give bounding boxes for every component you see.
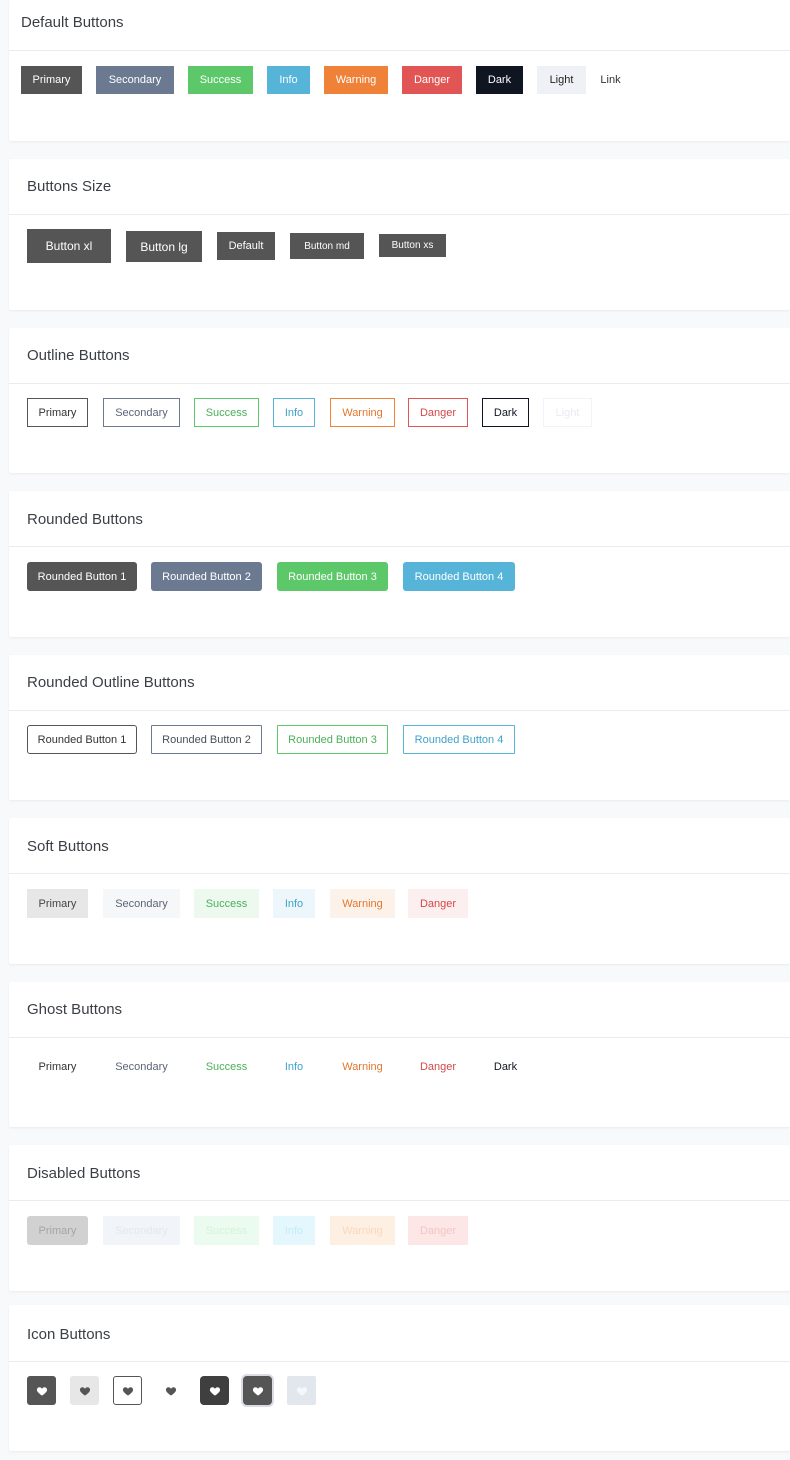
card-header: Rounded Buttons (9, 491, 790, 547)
outline-light-button[interactable]: Light (543, 398, 592, 427)
card-header: Disabled Buttons (9, 1145, 790, 1201)
icon-button-ghost[interactable] (156, 1376, 185, 1405)
card-header: Ghost Buttons (9, 982, 790, 1038)
card-title: Ghost Buttons (27, 1001, 123, 1018)
card-header: Outline Buttons (9, 328, 790, 384)
card-title: Buttons Size (27, 178, 112, 195)
card-header: Soft Buttons (9, 818, 790, 874)
info-button[interactable]: Info (267, 66, 310, 94)
ghost-primary-button[interactable]: Primary (27, 1052, 88, 1081)
ghost-warning-button[interactable]: Warning (330, 1052, 395, 1081)
disabled-secondary-button: Secondary (103, 1216, 180, 1245)
outline-success-button[interactable]: Success (194, 398, 259, 427)
default-buttons-card: Default Buttons Primary Secondary Succes… (9, 0, 790, 141)
rounded-outline-button-4[interactable]: Rounded Button 4 (403, 725, 515, 754)
button-lg[interactable]: Button lg (126, 231, 202, 262)
icon-button-outline[interactable] (113, 1376, 142, 1405)
rounded-button-3[interactable]: Rounded Button 3 (277, 562, 388, 591)
rounded-outline-button-3[interactable]: Rounded Button 3 (277, 725, 388, 754)
secondary-button[interactable]: Secondary (96, 66, 174, 94)
disabled-warning-button: Warning (330, 1216, 395, 1245)
warning-button[interactable]: Warning (324, 66, 388, 94)
card-header: Default Buttons (9, 0, 790, 51)
card-title: Icon Buttons (27, 1326, 111, 1343)
button-md[interactable]: Button md (290, 233, 364, 259)
soft-secondary-button[interactable]: Secondary (103, 889, 180, 918)
ghost-buttons-card: Ghost Buttons Primary Secondary Success … (9, 982, 790, 1127)
ghost-dark-button[interactable]: Dark (482, 1052, 529, 1081)
card-title: Rounded Outline Buttons (27, 674, 195, 691)
button-default[interactable]: Default (217, 232, 275, 260)
button-xs[interactable]: Button xs (379, 234, 446, 257)
rounded-buttons-card: Rounded Buttons Rounded Button 1 Rounded… (9, 491, 790, 637)
disabled-primary-button: Primary (27, 1216, 88, 1245)
rounded-button-4[interactable]: Rounded Button 4 (403, 562, 515, 591)
icon-button-solid[interactable] (27, 1376, 56, 1405)
rounded-outline-button-2[interactable]: Rounded Button 2 (151, 725, 262, 754)
rounded-button-1[interactable]: Rounded Button 1 (27, 562, 137, 591)
card-title: Default Buttons (21, 14, 124, 31)
outline-secondary-button[interactable]: Secondary (103, 398, 180, 427)
ghost-info-button[interactable]: Info (273, 1052, 315, 1081)
card-header: Icon Buttons (9, 1305, 790, 1362)
card-header: Buttons Size (9, 159, 790, 215)
light-button[interactable]: Light (537, 66, 586, 94)
icon-button-disabled (287, 1376, 316, 1405)
icon-button-soft[interactable] (70, 1376, 99, 1405)
outline-primary-button[interactable]: Primary (27, 398, 88, 427)
ghost-success-button[interactable]: Success (194, 1052, 259, 1081)
rounded-outline-button-1[interactable]: Rounded Button 1 (27, 725, 137, 754)
rounded-outline-buttons-card: Rounded Outline Buttons Rounded Button 1… (9, 655, 790, 800)
soft-info-button[interactable]: Info (273, 889, 315, 918)
soft-danger-button[interactable]: Danger (408, 889, 468, 918)
heart-icon (252, 1386, 263, 1395)
soft-success-button[interactable]: Success (194, 889, 259, 918)
soft-buttons-card: Soft Buttons Primary Secondary Success I… (9, 818, 790, 964)
icon-buttons-card: Icon Buttons (9, 1305, 790, 1451)
disabled-success-button: Success (194, 1216, 259, 1245)
outline-info-button[interactable]: Info (273, 398, 315, 427)
success-button[interactable]: Success (188, 66, 253, 94)
heart-icon (296, 1386, 307, 1395)
buttons-size-card: Buttons Size Button xl Button lg Default… (9, 159, 790, 310)
card-title: Rounded Buttons (27, 511, 143, 528)
disabled-info-button: Info (273, 1216, 315, 1245)
outline-buttons-card: Outline Buttons Primary Secondary Succes… (9, 328, 790, 473)
card-title: Soft Buttons (27, 838, 109, 855)
primary-button[interactable]: Primary (21, 66, 82, 94)
outline-danger-button[interactable]: Danger (408, 398, 468, 427)
heart-icon (209, 1386, 220, 1395)
heart-icon (165, 1386, 176, 1395)
card-title: Outline Buttons (27, 347, 130, 364)
outline-warning-button[interactable]: Warning (330, 398, 395, 427)
heart-icon (122, 1386, 133, 1395)
dark-button[interactable]: Dark (476, 66, 523, 94)
disabled-buttons-card: Disabled Buttons Primary Secondary Succe… (9, 1145, 790, 1291)
outline-dark-button[interactable]: Dark (482, 398, 529, 427)
link-button[interactable]: Link (593, 66, 628, 94)
rounded-button-2[interactable]: Rounded Button 2 (151, 562, 262, 591)
disabled-danger-button: Danger (408, 1216, 468, 1245)
soft-primary-button[interactable]: Primary (27, 889, 88, 918)
danger-button[interactable]: Danger (402, 66, 462, 94)
button-xl[interactable]: Button xl (27, 229, 111, 263)
heart-icon (79, 1386, 90, 1395)
heart-icon (36, 1386, 47, 1395)
card-header: Rounded Outline Buttons (9, 655, 790, 711)
icon-button-focus[interactable] (243, 1376, 272, 1405)
card-title: Disabled Buttons (27, 1165, 141, 1182)
ghost-danger-button[interactable]: Danger (408, 1052, 468, 1081)
soft-warning-button[interactable]: Warning (330, 889, 395, 918)
icon-button-rounded[interactable] (200, 1376, 229, 1405)
ghost-secondary-button[interactable]: Secondary (103, 1052, 180, 1081)
